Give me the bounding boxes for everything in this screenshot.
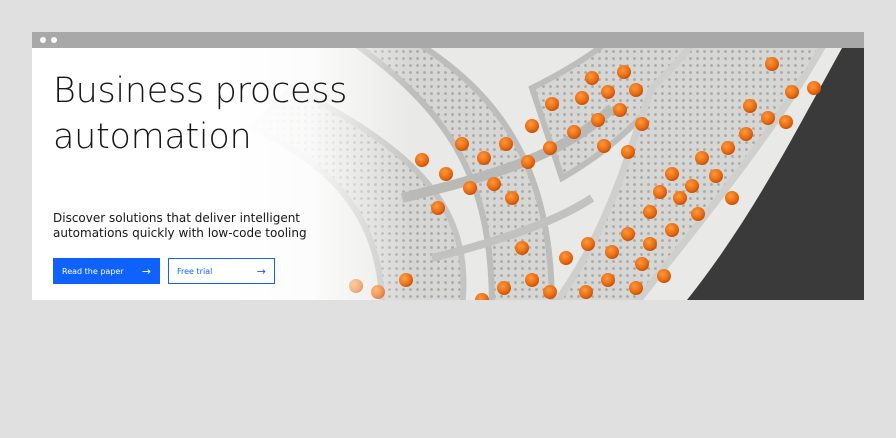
page-title: Business process automation	[53, 71, 348, 157]
read-the-paper-button[interactable]: Read the paper →	[53, 258, 160, 284]
browser-window: Business process automation Discover sol…	[32, 32, 864, 300]
window-titlebar	[32, 32, 864, 48]
free-trial-button[interactable]: Free trial →	[168, 258, 275, 284]
window-control-dot[interactable]	[51, 37, 57, 43]
hero-description: Discover solutions that deliver intellig…	[53, 211, 307, 240]
hero-banner: Business process automation Discover sol…	[32, 48, 864, 300]
window-control-dot[interactable]	[40, 37, 46, 43]
free-trial-label: Free trial	[177, 267, 213, 276]
arrow-right-icon: →	[141, 265, 151, 278]
arrow-right-icon: →	[256, 265, 266, 278]
read-the-paper-label: Read the paper	[62, 267, 124, 276]
